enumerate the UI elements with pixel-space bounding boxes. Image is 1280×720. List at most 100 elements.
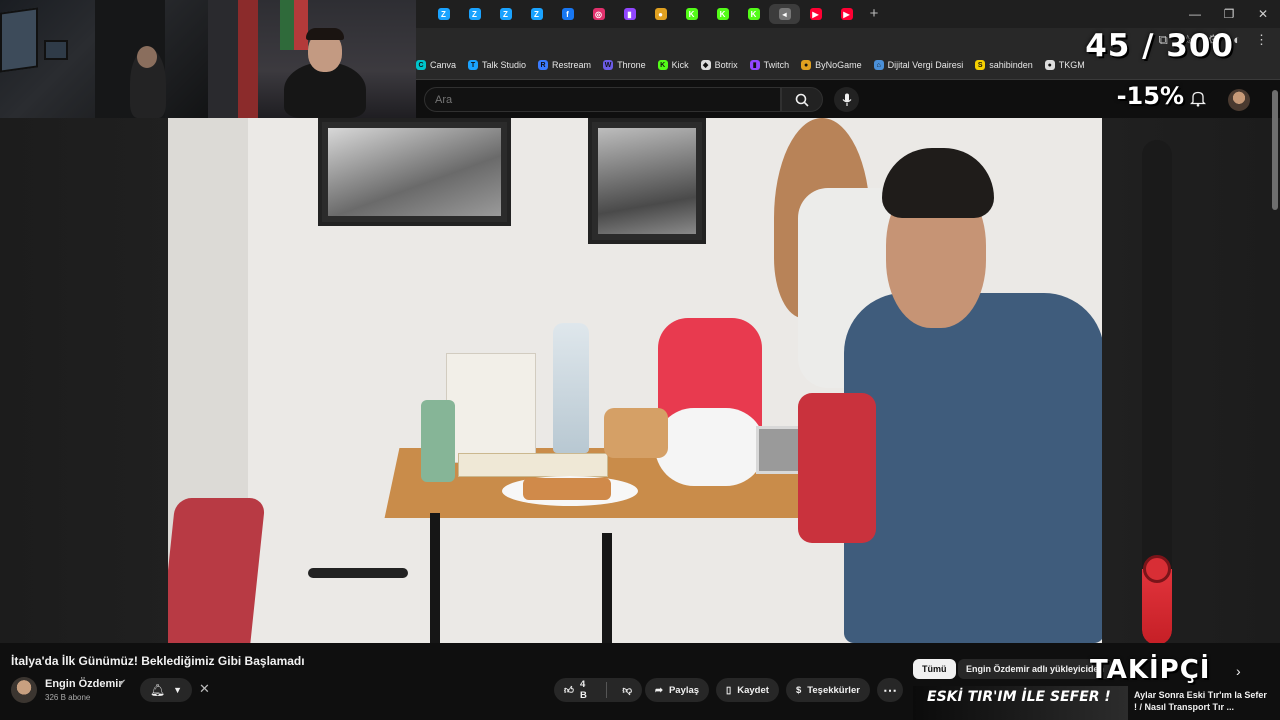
recommended-video-title[interactable]: Aylar Sonra Eski Tır'ım la Sefer ! / Nas… — [1134, 689, 1270, 713]
chevron-right-icon[interactable]: › — [1236, 663, 1241, 679]
subscriber-count: 326 B abone — [45, 693, 91, 702]
bookmark-label: ByNoGame — [815, 60, 862, 70]
browser-tab[interactable]: Z — [459, 4, 490, 24]
like-button[interactable]: 👍︎ 4 B — [554, 678, 600, 702]
close-window-icon[interactable]: ✕ — [1246, 0, 1280, 28]
dollar-heart-icon: $ — [796, 684, 802, 696]
share-arrow-icon: ➦ — [655, 684, 663, 696]
bookmark-item[interactable]: R Restream — [538, 60, 591, 70]
video-info-section: İtalya'da İlk Günümüz! Beklediğimiz Gibi… — [0, 643, 1280, 720]
bolt-tab-icon: Z — [530, 8, 543, 20]
bookmark-favicon-icon: T — [468, 60, 479, 70]
video-title: İtalya'da İlk Günümüz! Beklediğimiz Gibi… — [11, 654, 305, 668]
account-avatar[interactable] — [1228, 89, 1250, 111]
bookmark-item[interactable]: T Talk Studio — [468, 60, 526, 70]
new-tab-icon[interactable]: + — [862, 4, 886, 24]
bookmark-item[interactable]: ● ByNoGame — [801, 60, 862, 70]
more-actions-button[interactable]: ⋯ — [877, 678, 903, 702]
bookmark-list: C Canva T Talk Studio R Restream W Throne K Kick ◆… — [416, 60, 1085, 70]
kick-tab-icon: K — [685, 8, 698, 20]
instagram-tab-icon: ◎ — [592, 8, 605, 20]
bookmark-label: Kick — [671, 60, 689, 70]
bookmark-item[interactable]: K Kick — [657, 60, 689, 70]
minimize-icon[interactable]: — — [1178, 0, 1212, 28]
channel-name[interactable]: Engin Özdemir — [45, 678, 123, 690]
bookmark-icon: ▯ — [726, 684, 732, 696]
share-button[interactable]: ➦ Paylaş — [645, 678, 710, 702]
bookmark-favicon-icon: W — [603, 60, 614, 70]
chevron-down-icon: ▼ — [173, 685, 183, 695]
bookmark-item[interactable]: ● TKGM — [1044, 60, 1085, 70]
verified-badge-icon: ✔ — [118, 678, 127, 689]
browser-tab[interactable]: f — [552, 4, 583, 24]
browser-tab[interactable]: K — [738, 4, 769, 24]
chip-uploader[interactable]: Engin Özdemir adlı yükleyiciden — [958, 659, 1113, 679]
bookmark-item[interactable]: Ssahibinden — [975, 60, 1033, 70]
bookmark-favicon-icon: K — [657, 60, 668, 70]
like-divider — [605, 682, 607, 698]
bolt-tab-icon: Z — [468, 8, 481, 20]
bookmark-favicon-icon: S — [975, 60, 986, 70]
browser-tab[interactable]: ▶ — [831, 4, 862, 24]
goal-counter-overlay: 45 / 300 — [1085, 28, 1234, 64]
channel-avatar[interactable] — [11, 677, 37, 703]
page-scrollbar[interactable] — [1272, 90, 1278, 210]
bell-icon: 🔔︎ — [149, 683, 166, 697]
browser-tab[interactable]: K — [707, 4, 738, 24]
facebook-tab-icon: f — [561, 8, 574, 20]
browser-tab[interactable]: Z — [490, 4, 521, 24]
browser-tab[interactable]: ● — [645, 4, 676, 24]
voice-search-button[interactable] — [834, 87, 859, 112]
video-player[interactable] — [168, 118, 1102, 643]
thumbs-up-icon: 👍︎ — [564, 685, 574, 696]
bookmark-favicon-icon: ⌂ — [873, 60, 884, 70]
search-input[interactable] — [424, 87, 781, 112]
kick-tab-icon: K — [747, 8, 760, 20]
browser-tab[interactable]: ◂ — [769, 4, 800, 24]
browser-tab[interactable]: ◎ — [583, 4, 614, 24]
profile-icon[interactable]: ◐ — [1233, 32, 1241, 48]
browser-tab[interactable]: Z — [428, 4, 459, 24]
menu-dots-icon[interactable]: ⋮ — [1255, 32, 1268, 48]
chip-all[interactable]: Tümü — [913, 659, 956, 679]
bookmark-favicon-icon: ● — [801, 60, 812, 70]
save-button[interactable]: ▯ Kaydet — [716, 678, 779, 702]
recommended-video-thumbnail[interactable]: ESKİ TIR'IM İLE SEFER ! — [913, 686, 1128, 720]
share-label: Paylaş — [668, 684, 700, 696]
restore-icon[interactable]: ❐ — [1212, 0, 1246, 28]
bookmark-favicon-icon: ◆ — [700, 60, 711, 70]
bookmark-label: Throne — [617, 60, 646, 70]
bookmark-label: Twitch — [763, 60, 790, 70]
bookmark-label: Talk Studio — [482, 60, 527, 70]
bookmark-item[interactable]: ▮ Twitch — [749, 60, 790, 70]
subscription-bell-button[interactable]: 🔔︎ ▼ — [140, 678, 192, 702]
bookmark-item[interactable]: W Throne — [603, 60, 646, 70]
thumbs-down-icon: 👎︎ — [622, 685, 632, 696]
dislike-button[interactable]: 👎︎ — [612, 678, 642, 702]
youtube-tab-icon: ▶ — [840, 8, 853, 20]
like-dislike-group: 👍︎ 4 B 👎︎ — [554, 678, 642, 702]
bookmark-favicon-icon: ● — [1044, 60, 1055, 70]
thumbnail-caption: ESKİ TIR'IM İLE SEFER ! — [927, 689, 1111, 705]
tab-list: Z Z Z Zf ◎ ▮ ● K K K ◂ ▶ ▶ + — [428, 4, 886, 24]
browser-tab[interactable]: K — [676, 4, 707, 24]
bookmark-item[interactable]: C Canva — [416, 60, 456, 70]
search-icon — [795, 93, 809, 107]
bookmark-label: Restream — [552, 60, 592, 70]
bookmark-item[interactable]: ◆ Botrix — [700, 60, 738, 70]
twitch-tab-icon: ▮ — [623, 8, 636, 20]
bynogame-tab-icon: ● — [654, 8, 667, 20]
search-button[interactable] — [781, 87, 823, 112]
thanks-label: Teşekkürler — [807, 684, 860, 696]
percent-overlay: -15% — [1116, 82, 1184, 110]
speaker-tab-icon: ◂ — [778, 8, 791, 20]
like-count: 4 B — [579, 679, 587, 701]
close-icon[interactable]: ✕ — [199, 681, 210, 697]
bookmark-item[interactable]: ⌂ Dijital Vergi Dairesi — [873, 60, 963, 70]
browser-tab[interactable]: ▶ — [800, 4, 831, 24]
browser-tab[interactable]: ▮ — [614, 4, 645, 24]
thanks-button[interactable]: $ Teşekkürler — [786, 678, 870, 702]
bolt-tab-icon: Z — [499, 8, 512, 20]
notifications-bell-icon[interactable] — [1190, 90, 1206, 107]
browser-tab[interactable]: Z — [521, 4, 552, 24]
